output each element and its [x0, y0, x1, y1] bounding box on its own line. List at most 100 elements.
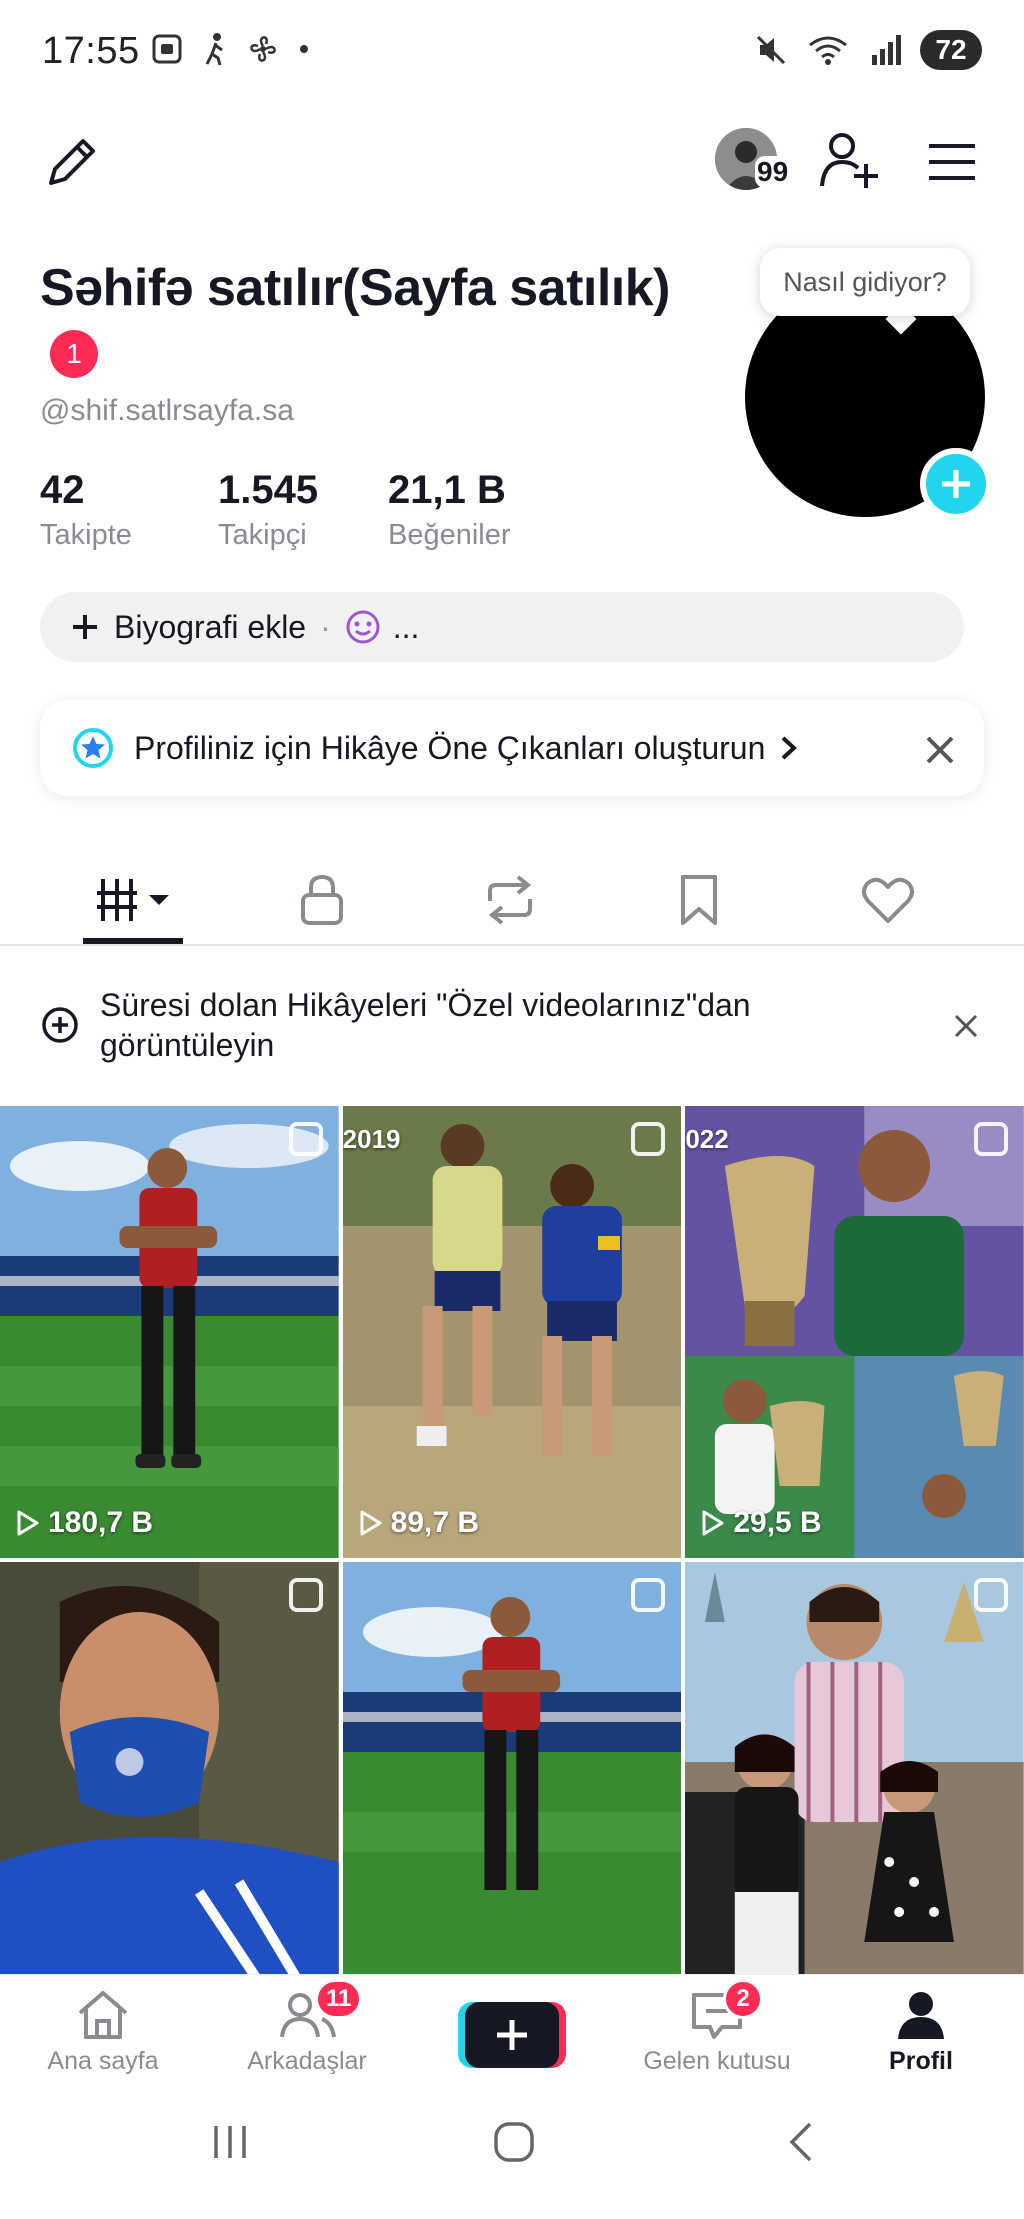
play-icon [360, 1510, 382, 1536]
stat-following-label: Takipte [40, 519, 132, 551]
bio-more: ... [392, 608, 420, 645]
stat-followers[interactable]: 1.545 Takipçi [218, 468, 318, 552]
story-plus-icon [42, 1007, 78, 1043]
menu-icon[interactable] [920, 134, 984, 190]
view-count-value: 180,7 B [48, 1506, 154, 1539]
nav-home-label: Ana sayfa [47, 2047, 159, 2075]
view-count-value: 89,7 B [390, 1506, 480, 1539]
nav-home[interactable]: Ana sayfa [13, 1989, 193, 2076]
video-thumbnail-image [342, 1562, 682, 1974]
add-bio-button[interactable]: Biyografi ekle · ... [40, 592, 964, 662]
video-thumbnail[interactable] [685, 1562, 1024, 1974]
status-tooltip[interactable]: Nasıl gidiyor? [760, 248, 970, 316]
play-icon [702, 1510, 724, 1536]
profile-tabs [0, 850, 1024, 946]
play-icon [17, 1510, 39, 1536]
nav-inbox-label: Gelen kutusu [643, 2047, 791, 2075]
video-thumbnail[interactable]: 180,7 B [0, 1106, 339, 1558]
nav-friends-label: Arkadaşlar [247, 2047, 367, 2075]
tab-videos[interactable] [83, 870, 183, 930]
select-checkbox[interactable] [973, 1578, 1008, 1612]
walking-icon [205, 33, 223, 66]
active-tab-indicator [83, 938, 183, 944]
username: @shif.satlrsayfa.sa [40, 394, 294, 427]
grid-dropdown-icon [97, 879, 169, 921]
nav-inbox[interactable]: Gelen kutusu 2 [627, 1979, 807, 2076]
video-thumbnail[interactable]: 022 29,5 B [685, 1106, 1024, 1558]
video-thumbnail-image [0, 1562, 339, 1974]
stat-following-value: 42 [40, 468, 85, 512]
wifi-icon [809, 36, 847, 65]
heart-icon [862, 877, 914, 923]
plus-icon [942, 470, 970, 498]
add-bio-label: Biyografi ekle [114, 608, 307, 645]
status-icons-left [150, 32, 310, 66]
repost-icon [488, 875, 532, 925]
screenshot-icon [152, 34, 182, 64]
bookmark-icon [681, 875, 717, 925]
video-thumbnail-image [685, 1106, 1024, 1558]
select-checkbox[interactable] [631, 1122, 666, 1156]
select-checkbox[interactable] [288, 1122, 323, 1156]
edit-icon[interactable] [40, 130, 104, 194]
add-avatar-button[interactable] [920, 448, 992, 520]
tab-liked[interactable] [838, 870, 938, 930]
view-count: 180,7 B [16, 1506, 153, 1540]
star-badge-icon [73, 728, 113, 768]
tab-private[interactable] [272, 870, 372, 930]
select-checkbox[interactable] [288, 1578, 323, 1612]
chevron-right-icon [782, 736, 798, 760]
expired-stories-banner[interactable]: Süresi dolan Hikâyeleri "Özel videoların… [0, 960, 1024, 1090]
video-thumbnail[interactable]: 2019 89,7 B [342, 1106, 682, 1558]
nav-profile[interactable]: Profil [831, 1989, 1011, 2076]
dot-icon [300, 45, 308, 53]
create-button[interactable] [458, 2002, 566, 2068]
plus-icon [73, 615, 97, 639]
stat-likes-value: 21,1 B [388, 468, 506, 512]
close-highlight-icon[interactable] [918, 728, 962, 772]
add-friend-icon[interactable] [815, 128, 885, 194]
stat-followers-value: 1.545 [218, 468, 319, 512]
account-switcher[interactable]: 99 [715, 128, 795, 194]
video-thumbnail[interactable] [342, 1562, 682, 1974]
view-count-value: 29,5 B [733, 1506, 822, 1539]
home-icon [78, 1991, 128, 2039]
select-checkbox[interactable] [631, 1578, 666, 1612]
story-highlight-card[interactable]: Profiliniz için Hikâye Öne Çıkanları olu… [40, 700, 984, 796]
home-system-icon[interactable] [484, 2112, 544, 2172]
expired-stories-text: Süresi dolan Hikâyeleri "Özel videoların… [100, 987, 751, 1063]
lock-icon [301, 874, 343, 925]
signal-icon [872, 35, 901, 65]
stat-following[interactable]: 42 Takipte [40, 468, 132, 552]
tab-favorites[interactable] [649, 870, 749, 930]
video-thumbnail-image [685, 1562, 1024, 1974]
status-time: 17:55 [42, 30, 140, 72]
close-banner-icon[interactable] [948, 1008, 984, 1044]
status-icons-right: 72 [754, 30, 982, 70]
back-icon[interactable] [772, 2112, 832, 2172]
bio-separator: · [320, 608, 331, 645]
video-year-label: 022 [685, 1124, 729, 1154]
story-highlight-text: Profiliniz için Hikâye Öne Çıkanları olu… [134, 729, 766, 766]
profile-name: Səhifə satılır(Sayfa satılık) [40, 259, 671, 317]
stat-likes[interactable]: 21,1 B Beğeniler [388, 468, 511, 552]
video-thumbnail-image [0, 1106, 339, 1558]
mute-icon [756, 35, 786, 65]
select-checkbox[interactable] [973, 1122, 1008, 1156]
battery-indicator: 72 [920, 30, 982, 70]
video-thumbnail-image [342, 1106, 682, 1558]
inbox-badge: 2 [723, 1979, 763, 2019]
profile-notification-badge[interactable]: 1 [50, 330, 98, 378]
fan-icon [250, 36, 276, 62]
video-thumbnail[interactable] [0, 1562, 339, 1974]
stat-followers-label: Takipçi [218, 519, 307, 551]
tab-reposts[interactable] [460, 870, 560, 930]
system-navigation [0, 2092, 1024, 2219]
video-year-label: 2019 [342, 1124, 401, 1154]
smiley-icon [346, 610, 380, 644]
recent-apps-icon[interactable] [200, 2112, 260, 2172]
view-count: 89,7 B [359, 1506, 479, 1540]
nav-profile-label: Profil [889, 2047, 953, 2075]
friends-badge: 11 [315, 1979, 363, 2019]
nav-friends[interactable]: Arkadaşlar 11 [217, 1979, 397, 2076]
